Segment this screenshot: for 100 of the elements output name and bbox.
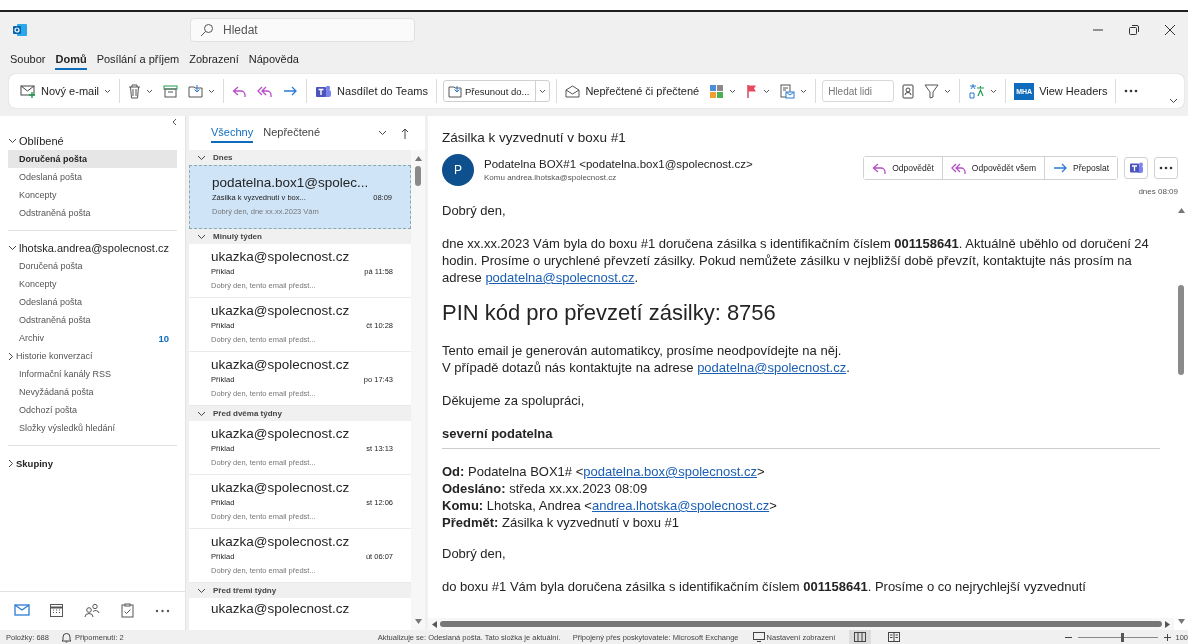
calendar-icon [49,603,66,619]
people-icon [84,603,101,619]
scrollbar-thumb[interactable] [440,621,1162,627]
folder-item[interactable]: Odstraněná pošta [8,204,177,222]
message-item[interactable]: ukazka@spolecnost.cz [189,598,411,622]
outlook-logo-icon [13,23,27,37]
forward-arrow-icon [1053,162,1069,174]
folder-item[interactable]: Koncepty [8,186,177,204]
caret-icon [990,88,998,94]
caret-icon [800,88,808,94]
group-header[interactable]: Dnes [189,150,411,165]
group-header[interactable]: Před dvěma týdny [189,406,411,421]
scrollbar-thumb[interactable] [415,166,421,186]
people-search-field[interactable]: Hledat lidi [822,80,895,102]
menu-tab[interactable]: Nápověda [248,50,299,70]
filter-menu-button[interactable] [376,128,389,138]
scrollbar[interactable] [411,150,425,630]
body-paragraph: Dobrý den, [442,545,507,562]
caret-icon [944,88,952,94]
folder-item[interactable]: Doručená pošta [8,150,177,168]
chevron-down-icon [197,587,206,594]
close-icon [1165,25,1175,35]
email-link[interactable]: podatelna.box@spolecnost.cz [583,464,757,479]
envelope-page-icon [780,83,796,99]
reply-all-icon [950,161,967,175]
folder-item[interactable]: Odeslaná pošta [8,168,177,186]
folder-item[interactable]: Odstraněná pošta [8,311,177,329]
caret-icon [539,88,547,94]
folder-item[interactable]: Historie konverzací [8,347,177,365]
menu-tab[interactable]: Domů [55,50,87,70]
to-label: Komu [484,173,505,182]
header-line: Předmět: Zásilka k vyzvednutí v boxu #1 [442,514,680,531]
search-icon [200,23,214,37]
collapse-ribbon-icon [1169,98,1178,104]
menu-tab[interactable]: Zobrazení [189,50,239,70]
folder-group-header[interactable]: Oblíbené [8,132,177,150]
body-paragraph: Děkujeme za spolupráci, [442,392,586,409]
body-paragraph: Dobrý den, [442,202,507,219]
bell-icon [60,631,72,643]
email-link[interactable]: andrea.lhotska@spolecnost.cz [591,498,770,513]
flag-icon [746,84,759,98]
sender: Podatelna BOX#1 <podatelna.box1@spolecnost.cz> [484,158,754,170]
filter-tab[interactable]: Nepřečtené [263,123,321,143]
folder-item[interactable]: Koncepty [8,275,177,293]
columns-icon [854,632,867,642]
folder-group-header[interactable]: lhotska.andrea@spolecnost.cz [8,239,177,257]
folder-arrow-icon [448,84,462,98]
signature: severní podatelna [442,425,554,442]
header-line: Komu: Lhotska, Andrea <andrea.lhotska@spolecnost.cz> [442,497,778,514]
folder-group-header[interactable]: Skupiny [8,454,177,472]
pin-heading: PIN kód pro převzetí zásilky: 8756 [442,300,777,326]
body-paragraph: dne xx.xx.2023 Vám byla do boxu #1 doručena zásilka s identifikačním číslem 001158641. Aktuálně uběhlo od doručení 24 hodin. Prosíme o urychlené převzetí zásilky. Pokud nemůžete zásilku v nejbližší době převzít, kontaktujte nás prosím na adrese podatelna@spolecnost.cz. [442,235,1150,286]
caret-icon [729,88,737,94]
archive-icon [163,84,179,98]
trash-icon [128,83,142,99]
reply-icon [232,84,248,98]
chevron-down-icon [8,245,17,251]
search-field[interactable]: Hledat [190,18,415,42]
folder-item[interactable]: Složky výsledků hledání [8,419,177,437]
read-unread-button[interactable]: Nepřečtené či přečtené [560,81,705,101]
scroll-down-icon [414,619,422,624]
up-arrow-icon [401,127,409,139]
plus-icon [1164,633,1172,641]
body-paragraph: do boxu #1 Vám byla doručena zásilka s identifikačním číslem 001158641. Prosíme o co nejrychlejší vyzvednutí [442,578,1087,595]
group-header[interactable]: Minulý týden [189,229,411,244]
teams-button[interactable] [1124,157,1148,179]
menu-tab[interactable]: Posílání a příjem [96,50,180,70]
more-icon [1124,89,1139,93]
filter-tab[interactable]: Všechny [211,123,254,143]
header-line: Od: Podatelna BOX1# <podatelna.box@spolecnost.cz> [442,463,766,480]
header-line: Odesláno: středa xx.xx.2023 08:09 [442,480,649,497]
body-paragraph: Tento email je generován automatikcy, prosíme neodpovídejte na něj. V případě dotazů nás kontaktujte na adrese podatelna@spolecnost.cz. [442,342,851,376]
share-to-teams-button[interactable]: Nasdílet do Teams [310,80,433,102]
book-icon [888,632,901,642]
view-mode-button[interactable] [849,630,872,644]
caret-icon [146,88,154,94]
chevron-down-icon [378,130,387,136]
scrollbar-thumb[interactable] [1178,285,1184,375]
teams-logo-icon [315,83,333,99]
horizontal-scrollbar[interactable] [428,618,1174,630]
translate-icon [968,83,986,99]
new-email-button[interactable]: Nový e-mail [15,81,117,101]
reply-icon [872,161,888,175]
folder-item[interactable]: Doručená pošta [8,257,177,275]
folder-item[interactable]: Informační kanály RSS [8,365,177,383]
contact-card-icon [902,83,915,99]
unread-count: 10 [158,332,170,344]
chevron-right-icon [8,458,14,468]
group-header[interactable]: Před třemi týdny [189,583,411,598]
folder-item[interactable]: Odeslaná pošta [8,293,177,311]
message-date: dnes 08:09 [1137,187,1178,196]
forward-button[interactable]: Přeposlat [1044,157,1117,179]
folder-item[interactable]: Odchozí pošta [8,401,177,419]
menu-tab[interactable]: Soubor [10,50,46,70]
scroll-down-icon [1177,619,1185,624]
folder-item[interactable]: Archiv 10 [8,329,177,347]
chevron-down-icon [197,154,206,161]
more-button[interactable] [1154,157,1178,179]
move-to-dropdown[interactable]: Přesunout do... [443,80,551,102]
folder-item[interactable]: Nevyžádaná pošta [8,383,177,401]
